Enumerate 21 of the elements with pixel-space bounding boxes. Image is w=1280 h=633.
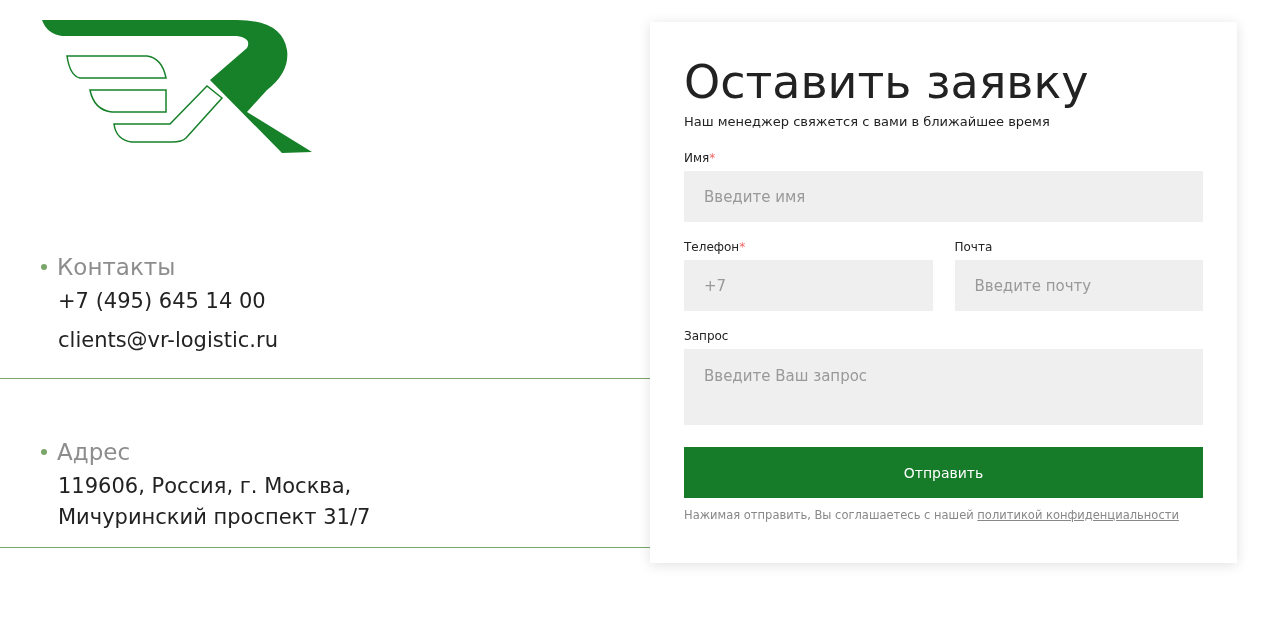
input-field[interactable]: Введите имя — [684, 171, 1203, 222]
contact-line: clients@vr-logistic.ru — [58, 327, 278, 354]
form-subtitle: Наш менеджер свяжется с вами в ближайшее время — [684, 114, 1050, 129]
field-label: Телефон* — [684, 240, 746, 254]
section-heading: Контакты — [57, 254, 176, 280]
input-field[interactable]: Введите почту — [954, 260, 1203, 311]
field-label: Запрос — [684, 329, 729, 343]
input-field[interactable]: +7 — [684, 260, 933, 311]
form-title: Оставить заявку — [684, 54, 1089, 111]
section-heading: Адрес — [57, 439, 131, 465]
field-label: Почта — [954, 240, 993, 254]
contact-line: +7 (495) 645 14 00 — [58, 288, 266, 315]
field-label: Имя* — [684, 151, 716, 165]
bullet-icon — [41, 449, 47, 455]
contact-line: 119606, Россия, г. Москва, — [58, 473, 352, 500]
consent-text: Нажимая отправить, Вы соглашаетесь с нашей политикой конфиденциальности — [684, 508, 1180, 522]
submit-button[interactable]: Отправить — [684, 447, 1203, 498]
contact-line: Мичуринский проспект 31/7 — [58, 504, 371, 531]
bullet-icon — [41, 264, 47, 270]
input-field[interactable]: Введите Ваш запрос — [684, 349, 1203, 425]
privacy-link[interactable]: политикой конфиденциальности — [977, 508, 1179, 522]
